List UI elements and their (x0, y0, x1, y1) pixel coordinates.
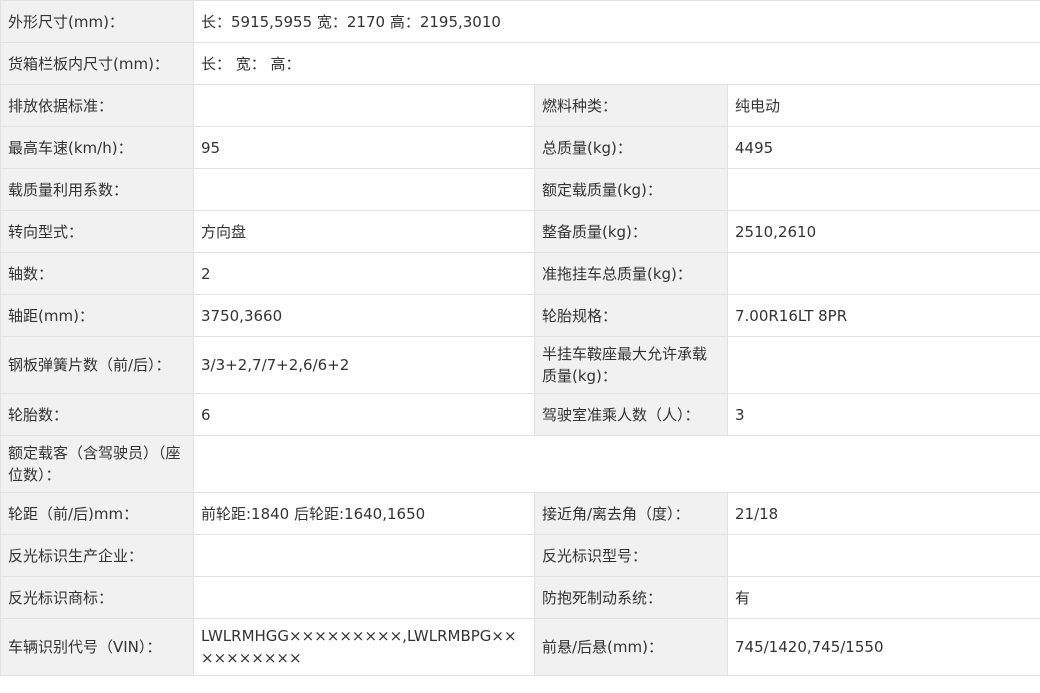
spec-label: 货箱栏板内尺寸(mm)： (0, 42, 194, 85)
spec-label: 燃料种类： (534, 84, 728, 127)
spec-value: 方向盘 (193, 210, 535, 253)
spec-label: 最高车速(km/h)： (0, 126, 194, 169)
spec-label: 额定载客（含驾驶员）（座位数）： (0, 435, 194, 493)
spec-label: 总质量(kg)： (534, 126, 728, 169)
spec-value: 4495 (727, 126, 1040, 169)
spec-row: 轮距（前/后)mm： 前轮距:1840 后轮距:1640,1650 接近角/离去… (0, 492, 1040, 535)
spec-value: 长：5915,5955 宽：2170 高：2195,3010 (193, 0, 1040, 43)
spec-table-body: 外形尺寸(mm)： 长：5915,5955 宽：2170 高：2195,3010… (0, 0, 1040, 676)
spec-value (193, 168, 535, 211)
spec-value: 3 (727, 393, 1040, 436)
spec-value: 前轮距:1840 后轮距:1640,1650 (193, 492, 535, 535)
spec-label: 接近角/离去角（度）： (534, 492, 728, 535)
spec-value (193, 534, 535, 577)
spec-label: 轮距（前/后)mm： (0, 492, 194, 535)
spec-value: 3/3+2,7/7+2,6/6+2 (193, 336, 535, 394)
spec-value: 2510,2610 (727, 210, 1040, 253)
spec-label: 车辆识别代号（VIN）： (0, 618, 194, 676)
spec-label: 反光标识型号： (534, 534, 728, 577)
spec-label: 反光标识商标： (0, 576, 194, 619)
spec-row: 排放依据标准： 燃料种类： 纯电动 (0, 84, 1040, 127)
spec-label: 驾驶室准乘人数（人）： (534, 393, 728, 436)
spec-label: 半挂车鞍座最大允许承载质量(kg)： (534, 336, 728, 394)
spec-value: 7.00R16LT 8PR (727, 294, 1040, 337)
spec-label: 轴数： (0, 252, 194, 295)
spec-value: 95 (193, 126, 535, 169)
spec-row: 轴距(mm)： 3750,3660 轮胎规格： 7.00R16LT 8PR (0, 294, 1040, 337)
spec-value (727, 336, 1040, 394)
spec-row: 载质量利用系数： 额定载质量(kg)： (0, 168, 1040, 211)
spec-label: 额定载质量(kg)： (534, 168, 728, 211)
spec-label: 轴距(mm)： (0, 294, 194, 337)
spec-label: 准拖挂车总质量(kg)： (534, 252, 728, 295)
spec-label: 钢板弹簧片数（前/后）： (0, 336, 194, 394)
spec-value: 3750,3660 (193, 294, 535, 337)
spec-value: 有 (727, 576, 1040, 619)
vehicle-spec-table: 外形尺寸(mm)： 长：5915,5955 宽：2170 高：2195,3010… (0, 0, 1040, 676)
spec-value (727, 168, 1040, 211)
spec-value (727, 534, 1040, 577)
spec-row: 反光标识生产企业： 反光标识型号： (0, 534, 1040, 577)
spec-row: 转向型式： 方向盘 整备质量(kg)： 2510,2610 (0, 210, 1040, 253)
spec-row: 轴数： 2 准拖挂车总质量(kg)： (0, 252, 1040, 295)
spec-value: 纯电动 (727, 84, 1040, 127)
spec-label: 排放依据标准： (0, 84, 194, 127)
spec-value: 6 (193, 393, 535, 436)
spec-row: 反光标识商标： 防抱死制动系统： 有 (0, 576, 1040, 619)
spec-value (193, 84, 535, 127)
spec-row: 货箱栏板内尺寸(mm)： 长： 宽： 高： (0, 42, 1040, 85)
spec-label: 轮胎数： (0, 393, 194, 436)
spec-value: 长： 宽： 高： (193, 42, 1040, 85)
spec-label: 反光标识生产企业： (0, 534, 194, 577)
spec-label: 转向型式： (0, 210, 194, 253)
spec-value: 21/18 (727, 492, 1040, 535)
spec-row: 轮胎数： 6 驾驶室准乘人数（人）： 3 (0, 393, 1040, 436)
spec-value (193, 576, 535, 619)
spec-value (727, 252, 1040, 295)
spec-row: 车辆识别代号（VIN）： LWLRMHGG×××××××××,LWLRMBPG×… (0, 618, 1040, 676)
spec-label: 外形尺寸(mm)： (0, 0, 194, 43)
spec-label: 载质量利用系数： (0, 168, 194, 211)
spec-label: 轮胎规格： (534, 294, 728, 337)
spec-value (193, 435, 1040, 493)
spec-row: 钢板弹簧片数（前/后）： 3/3+2,7/7+2,6/6+2 半挂车鞍座最大允许… (0, 336, 1040, 394)
spec-label: 前悬/后悬(mm)： (534, 618, 728, 676)
spec-label: 防抱死制动系统： (534, 576, 728, 619)
spec-value: 745/1420,745/1550 (727, 618, 1040, 676)
spec-row: 外形尺寸(mm)： 长：5915,5955 宽：2170 高：2195,3010 (0, 0, 1040, 43)
spec-value: 2 (193, 252, 535, 295)
spec-value: LWLRMHGG×××××××××,LWLRMBPG×××××××××× (193, 618, 535, 676)
spec-label: 整备质量(kg)： (534, 210, 728, 253)
spec-row: 最高车速(km/h)： 95 总质量(kg)： 4495 (0, 126, 1040, 169)
spec-row: 额定载客（含驾驶员）（座位数）： (0, 435, 1040, 493)
